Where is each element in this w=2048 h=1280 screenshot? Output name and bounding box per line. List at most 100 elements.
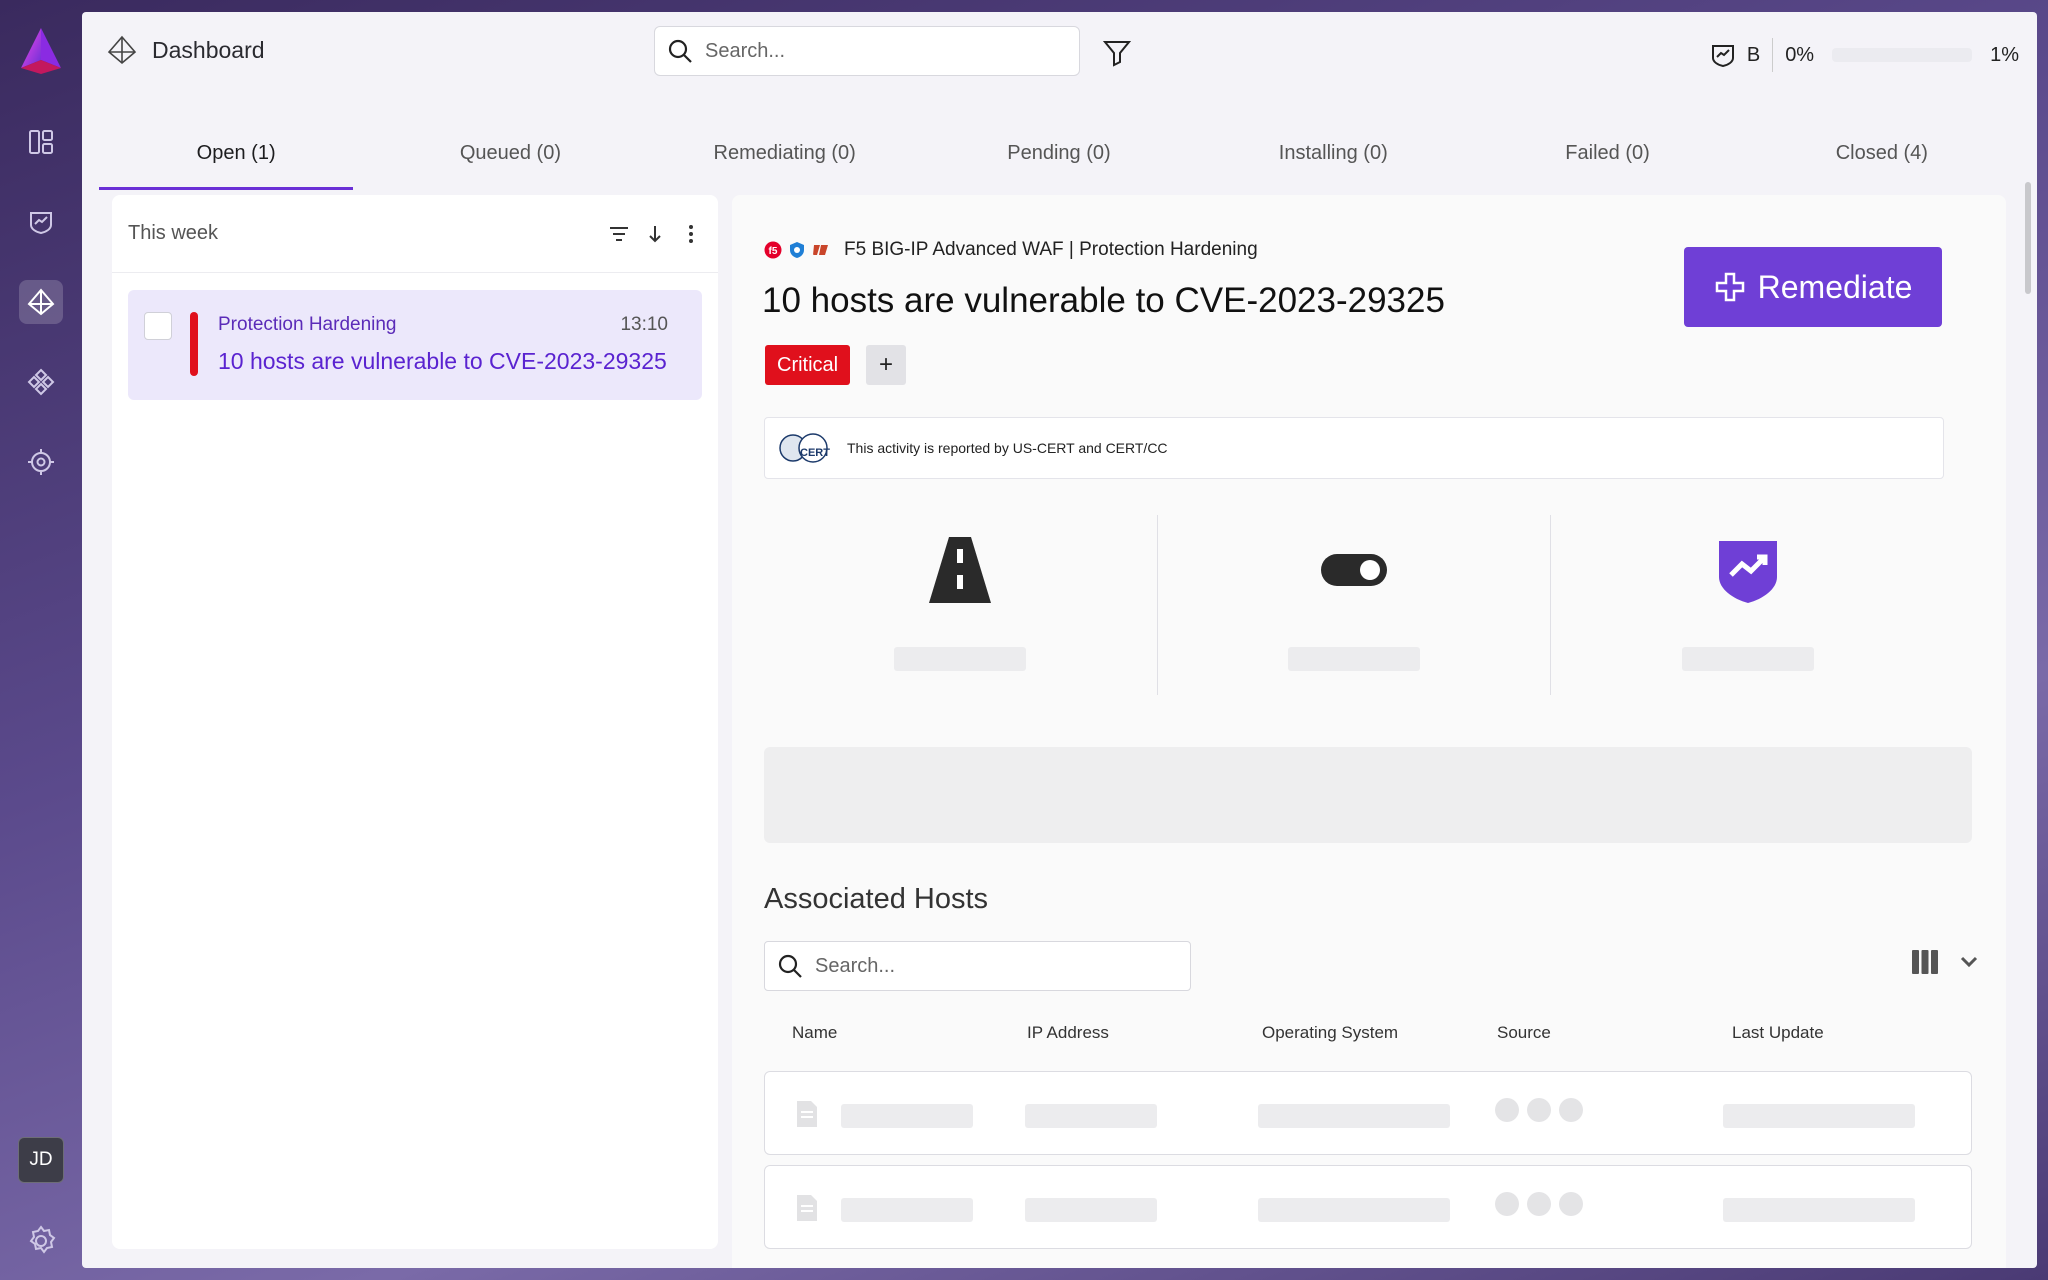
sort-lines-icon[interactable] xyxy=(608,223,630,245)
tab-failed[interactable]: Failed (0) xyxy=(1470,120,1744,188)
metric-status xyxy=(1156,515,1551,695)
road-icon xyxy=(929,537,992,603)
tab-installing[interactable]: Installing (0) xyxy=(1196,120,1470,188)
cell-placeholder xyxy=(1723,1104,1915,1128)
app-logo[interactable] xyxy=(19,26,63,76)
tab-queued[interactable]: Queued (0) xyxy=(373,120,647,188)
tab-pending[interactable]: Pending (0) xyxy=(922,120,1196,188)
main-window: Dashboard B 0% 1% Open (1) Queued (0) Re… xyxy=(82,12,2037,1268)
breadcrumb-label: Dashboard xyxy=(152,36,265,63)
cell-placeholder xyxy=(1025,1198,1157,1222)
nav-dashboard[interactable] xyxy=(19,120,63,164)
svg-text:f5: f5 xyxy=(769,246,778,257)
plus-outline-icon xyxy=(1715,272,1744,302)
table-tools xyxy=(1910,947,2006,977)
column-operating-system[interactable]: Operating System xyxy=(1262,1023,1497,1043)
hosts-section-title: Associated Hosts xyxy=(764,883,989,915)
scrollbar[interactable] xyxy=(2025,182,2031,294)
metric-risk-trend xyxy=(1550,515,1944,695)
list-group-title: This week xyxy=(128,222,219,244)
shield-trend-icon xyxy=(1718,541,1777,603)
chevron-down-icon[interactable] xyxy=(1954,947,1984,977)
metrics-row xyxy=(764,515,1944,695)
cell-placeholder xyxy=(841,1104,973,1128)
diamond-icon xyxy=(27,288,55,316)
source-placeholder xyxy=(1527,1098,1551,1122)
diamond-icon xyxy=(107,35,137,65)
nav-targets[interactable] xyxy=(19,440,63,484)
hosts-search[interactable] xyxy=(764,941,1191,991)
metric-value-placeholder xyxy=(1288,647,1420,671)
issue-title: 10 hosts are vulnerable to CVE-2023-2932… xyxy=(762,281,1445,320)
vendor-row: f5 F5 BIG-IP Advanced WAF | Protection H… xyxy=(764,239,1258,261)
sidebar: JD xyxy=(0,0,82,1280)
hosts-search-input[interactable] xyxy=(815,954,1175,978)
divider xyxy=(1772,38,1774,72)
status-percent-1: 0% xyxy=(1785,43,1815,66)
tab-open[interactable]: Open (1) xyxy=(99,120,373,190)
status-grade: B xyxy=(1746,43,1761,66)
arrow-down-icon[interactable] xyxy=(644,223,666,245)
nav-integrations[interactable] xyxy=(19,360,63,404)
metric-attack-path xyxy=(764,515,1157,695)
issue-list-panel: This week Protection Hardening 13:10 10 … xyxy=(112,195,718,1249)
waf-icon xyxy=(813,245,828,255)
search-icon xyxy=(778,954,802,978)
metric-value-placeholder xyxy=(1681,647,1814,671)
topbar: Dashboard B 0% 1% xyxy=(82,12,2037,92)
global-search-input[interactable] xyxy=(705,39,1065,63)
table-row[interactable] xyxy=(764,1165,1972,1249)
document-icon xyxy=(797,1195,817,1221)
shield-badge-icon xyxy=(790,242,804,258)
cert-notice: CERT This activity is reported by US-CER… xyxy=(764,417,1944,479)
severity-badge: Critical xyxy=(765,345,851,385)
item-checkbox[interactable] xyxy=(144,312,172,340)
list-header: This week xyxy=(112,195,718,273)
column-source[interactable]: Source xyxy=(1497,1023,1732,1043)
metric-value-placeholder xyxy=(894,647,1027,671)
severity-indicator xyxy=(190,312,198,376)
columns-icon[interactable] xyxy=(1910,947,1940,977)
nav-remediation[interactable] xyxy=(19,280,63,324)
tab-remediating[interactable]: Remediating (0) xyxy=(648,120,922,188)
column-ip-address[interactable]: IP Address xyxy=(1027,1023,1262,1043)
status-tabs: Open (1) Queued (0) Remediating (0) Pend… xyxy=(99,120,2019,190)
issue-detail-panel: f5 F5 BIG-IP Advanced WAF | Protection H… xyxy=(732,195,2006,1268)
cert-logo-icon: CERT xyxy=(779,433,830,463)
cell-placeholder xyxy=(1025,1104,1157,1128)
tab-closed[interactable]: Closed (4) xyxy=(1745,120,2019,188)
source-placeholder xyxy=(1527,1192,1551,1216)
user-avatar[interactable]: JD xyxy=(18,1137,64,1183)
remediate-button[interactable]: Remediate xyxy=(1684,247,1942,327)
shield-chart-icon xyxy=(1711,45,1734,68)
toggle-icon xyxy=(1321,554,1387,586)
column-last-update[interactable]: Last Update xyxy=(1732,1023,1967,1043)
breadcrumb[interactable]: Dashboard xyxy=(106,34,265,66)
item-category: Protection Hardening xyxy=(218,314,397,335)
cell-placeholder xyxy=(1258,1198,1450,1222)
modules-icon xyxy=(27,368,55,396)
global-search[interactable] xyxy=(654,26,1080,76)
source-placeholder xyxy=(1495,1098,1519,1122)
source-placeholder xyxy=(1559,1192,1583,1216)
add-tag-button[interactable]: + xyxy=(866,345,906,385)
settings-icon[interactable] xyxy=(24,1224,58,1258)
svg-text:CERT: CERT xyxy=(800,447,830,459)
cell-placeholder xyxy=(841,1198,973,1222)
cell-placeholder xyxy=(1258,1104,1450,1128)
list-item[interactable]: Protection Hardening 13:10 10 hosts are … xyxy=(128,290,702,400)
target-icon xyxy=(28,449,54,475)
more-vertical-icon[interactable] xyxy=(680,223,702,245)
cert-message: This activity is reported by US-CERT and… xyxy=(847,440,1168,456)
nav-security[interactable] xyxy=(19,200,63,244)
security-status[interactable]: B 0% 1% xyxy=(1709,38,2019,72)
table-row[interactable] xyxy=(764,1071,1972,1155)
shield-chart-icon xyxy=(30,212,52,235)
dashboard-icon xyxy=(29,130,53,154)
search-icon xyxy=(668,39,692,63)
hosts-table-header: Name IP Address Operating System Source … xyxy=(792,1023,1972,1043)
loading-placeholder xyxy=(764,747,1972,843)
item-title: 10 hosts are vulnerable to CVE-2023-2932… xyxy=(218,348,667,374)
filter-icon[interactable] xyxy=(1102,38,1132,68)
column-name[interactable]: Name xyxy=(792,1023,1027,1043)
